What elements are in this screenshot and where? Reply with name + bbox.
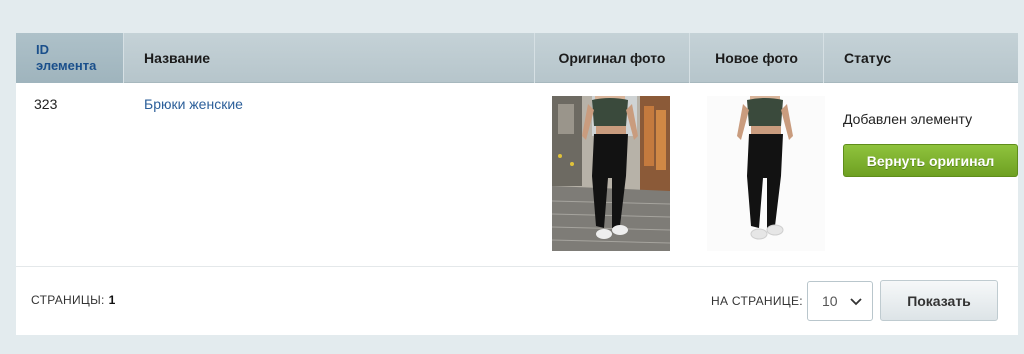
element-id: 323: [34, 96, 58, 112]
column-header-original-photo[interactable]: Оригинал фото: [535, 33, 690, 83]
table-row: 323 Брюки женские Добавлен элементу Верн…: [16, 83, 1018, 267]
elements-table-panel: ID элемента Название Оригинал фото Новое…: [16, 33, 1018, 335]
show-button[interactable]: Показать: [880, 280, 998, 321]
pages-count: 1: [108, 293, 116, 307]
column-header-id[interactable]: ID элемента: [16, 33, 124, 83]
chevron-down-icon: [850, 298, 862, 306]
column-header-name[interactable]: Название: [124, 33, 535, 83]
original-photo-image: [552, 96, 670, 251]
status-text: Добавлен элементу: [843, 111, 973, 127]
column-header-new-photo[interactable]: Новое фото: [690, 33, 824, 83]
table-header: ID элемента Название Оригинал фото Новое…: [16, 33, 1018, 83]
table-footer: СТРАНИЦЫ: 1 НА СТРАНИЦЕ: 10 Показать: [16, 268, 1018, 335]
pagination-info: СТРАНИЦЫ: 1: [31, 293, 116, 307]
restore-original-button[interactable]: Вернуть оригинал: [843, 144, 1018, 177]
per-page-label: НА СТРАНИЦЕ:: [711, 294, 803, 308]
column-header-status[interactable]: Статус: [824, 33, 1018, 83]
new-photo-image: [707, 96, 825, 251]
per-page-value: 10: [822, 293, 838, 309]
element-name-link[interactable]: Брюки женские: [144, 96, 243, 112]
per-page-select[interactable]: 10: [807, 281, 873, 321]
